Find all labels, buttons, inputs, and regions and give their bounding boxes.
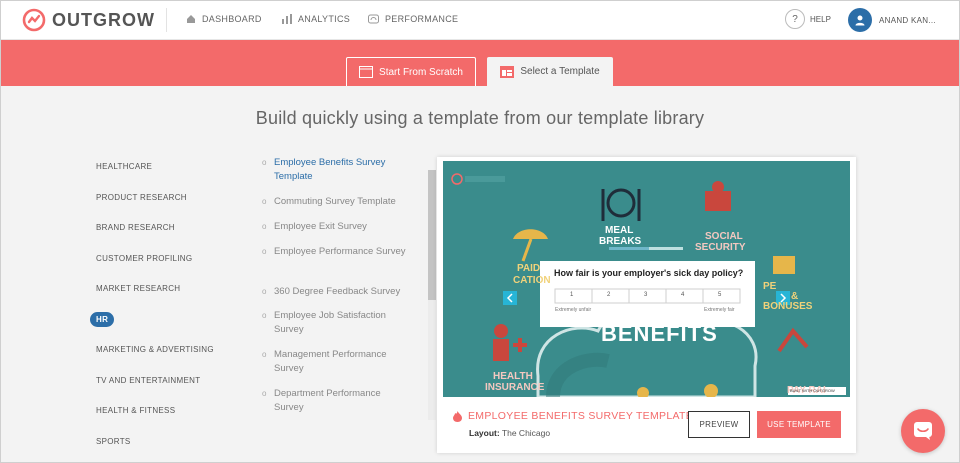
bar-chart-icon [282, 14, 292, 24]
template-preview-image: MEAL BREAKS SOCIAL SECURITY PAID CATION … [443, 161, 850, 397]
user-name: ANAND KAN... [879, 15, 936, 25]
tab-select-template-label: Select a Template [520, 66, 600, 77]
nav-dashboard[interactable]: DASHBOARD [186, 14, 262, 24]
template-item-management-performance[interactable]: Management Performance Survey [262, 348, 412, 376]
category-marketing-advertising[interactable]: MARKETING & ADVERTISING [96, 345, 214, 354]
brand-name: OUTGROW [52, 9, 155, 30]
category-healthcare[interactable]: HEALTHCARE [96, 162, 152, 171]
template-preview-card: MEAL BREAKS SOCIAL SECURITY PAID CATION … [437, 157, 856, 453]
chat-launcher[interactable] [901, 409, 945, 453]
preview-question: How fair is your employer's sick day pol… [554, 268, 744, 278]
template-item-commuting[interactable]: Commuting Survey Template [262, 195, 412, 209]
preview-scale-1: 1 [570, 292, 574, 298]
preview-word-benefits: BENEFITS [601, 321, 718, 346]
nav-performance-label: PERFORMANCE [385, 14, 459, 24]
preview-word-breaks: BREAKS [599, 236, 642, 247]
preview-scale-4: 4 [681, 292, 685, 298]
category-brand-research[interactable]: BRAND RESEARCH [96, 223, 175, 232]
template-item-job-satisfaction[interactable]: Employee Job Satisfaction Survey [262, 309, 412, 337]
template-item-360-feedback[interactable]: 360 Degree Feedback Survey [262, 285, 412, 299]
top-navbar: OUTGROW DASHBOARD ANALYTICS PERFORMANCE … [0, 0, 960, 40]
preview-word-health: HEALTH [493, 371, 533, 382]
preview-illustration [443, 161, 850, 397]
chat-icon [914, 422, 932, 440]
preview-high-label: Extremely fair [704, 307, 735, 313]
card-layout: Layout: The Chicago [469, 428, 550, 438]
category-sports[interactable]: SPORTS [96, 437, 131, 446]
card-footer: EMPLOYEE BENEFITS SURVEY TEMPLATE Layout… [437, 402, 856, 453]
avatar [848, 8, 872, 32]
category-tv-entertainment[interactable]: TV AND ENTERTAINMENT [96, 376, 200, 385]
preview-word-social: SOCIAL [705, 231, 743, 242]
preview-scale-2: 2 [607, 292, 611, 298]
preview-badge: BUILT WITH OUTGROW [790, 388, 835, 393]
card-title: EMPLOYEE BENEFITS SURVEY TEMPLATE [453, 410, 693, 422]
gauge-icon [368, 14, 379, 24]
preview-word-security: SECURITY [695, 242, 746, 253]
preview-word-paid: PAID [517, 263, 541, 274]
template-list: Employee Benefits Survey Template Commut… [262, 156, 437, 420]
category-hr[interactable]: HR [90, 312, 115, 327]
preview-word-insurance: INSURANCE [485, 382, 545, 393]
category-health-fitness[interactable]: HEALTH & FITNESS [96, 406, 175, 415]
use-template-button[interactable]: USE TEMPLATE [757, 411, 841, 438]
layout-value: The Chicago [501, 428, 551, 438]
layout-label: Layout: [469, 428, 500, 438]
template-list-scrollbar[interactable] [428, 170, 436, 420]
template-icon [500, 65, 515, 78]
preview-scale-3: 3 [644, 292, 648, 298]
category-market-research[interactable]: MARKET RESEARCH [96, 284, 180, 293]
preview-low-label: Extremely unfair [555, 307, 592, 313]
user-icon [855, 15, 865, 26]
outgrow-logo[interactable]: OUTGROW [22, 8, 155, 32]
home-icon [187, 15, 195, 23]
blank-page-icon [359, 66, 374, 78]
nav-performance[interactable]: PERFORMANCE [368, 14, 458, 24]
template-item-employee-benefits[interactable]: Employee Benefits Survey Template [262, 156, 412, 184]
template-item-performance[interactable]: Employee Performance Survey [262, 245, 412, 259]
category-product-research[interactable]: PRODUCT RESEARCH [96, 193, 187, 202]
preview-scale-5: 5 [718, 292, 722, 298]
help-link[interactable]: ? HELP [785, 9, 831, 29]
nav-analytics[interactable]: ANALYTICS [282, 14, 350, 24]
nav-divider [166, 8, 167, 32]
flame-icon [453, 410, 462, 422]
help-label: HELP [810, 14, 831, 24]
preview-word-meal: MEAL [605, 225, 634, 236]
template-item-department-performance[interactable]: Department Performance Survey [262, 387, 412, 415]
help-icon: ? [785, 9, 805, 29]
preview-button[interactable]: PREVIEW [688, 411, 750, 438]
template-item-exit[interactable]: Employee Exit Survey [262, 220, 412, 234]
mode-band: Start From Scratch Select a Template [0, 40, 960, 86]
tab-start-from-scratch-label: Start From Scratch [379, 66, 463, 78]
tab-select-template[interactable]: Select a Template [487, 57, 613, 86]
preview-word-pe: PE [763, 281, 777, 292]
scrollbar-thumb[interactable] [428, 170, 436, 300]
tab-start-from-scratch[interactable]: Start From Scratch [346, 57, 476, 86]
user-menu[interactable]: ANAND KAN... [848, 8, 936, 32]
page-title: Build quickly using a template from our … [255, 108, 705, 128]
outgrow-logo-icon [22, 8, 46, 32]
preview-word-cation: CATION [513, 275, 551, 286]
category-customer-profiling[interactable]: CUSTOMER PROFILING [96, 254, 192, 263]
nav-analytics-label: ANALYTICS [298, 14, 351, 24]
preview-word-bonuses: BONUSES [763, 301, 813, 312]
nav-dashboard-label: DASHBOARD [202, 14, 262, 24]
card-title-text: EMPLOYEE BENEFITS SURVEY TEMPLATE [468, 410, 694, 422]
